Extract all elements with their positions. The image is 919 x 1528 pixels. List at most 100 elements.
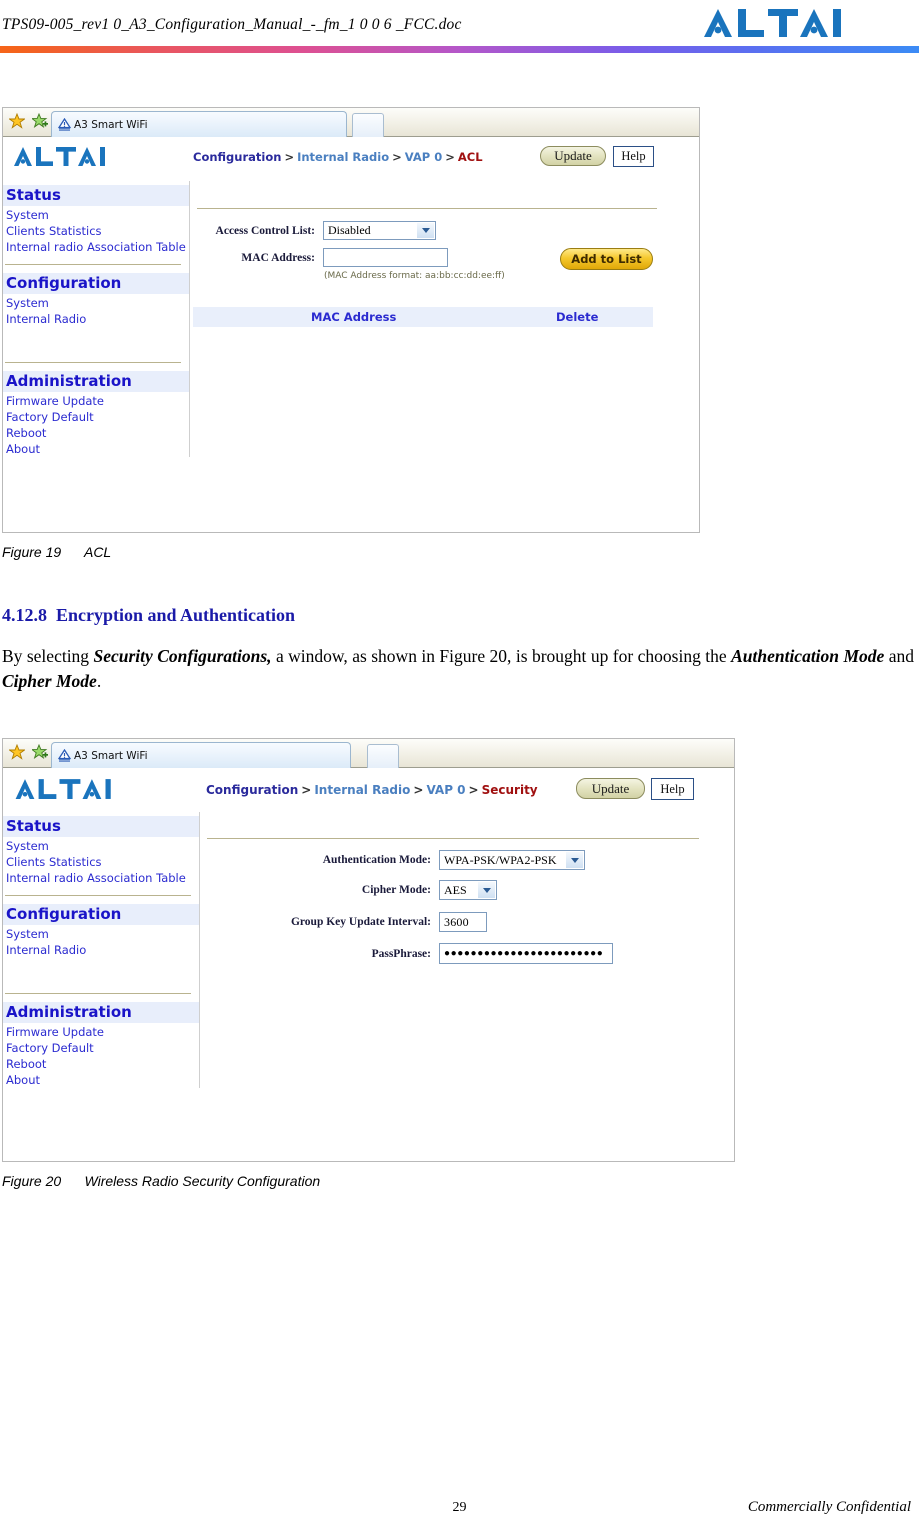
sidebar-divider xyxy=(5,895,191,896)
sidebar-item-internal-radio-association-table[interactable]: Internal radio Association Table xyxy=(3,870,199,886)
paragraph-run-1: Security Configurations, xyxy=(93,646,272,666)
breadcrumb-current-1: ACL xyxy=(457,150,483,164)
acl-table-header: MAC Address Delete xyxy=(193,307,653,327)
altai-logo xyxy=(704,9,841,37)
content-top-rule-1 xyxy=(197,208,657,209)
acl-select[interactable]: Disabled xyxy=(323,221,436,240)
mac-address-input[interactable] xyxy=(323,248,448,267)
figure19-screenshot: A3 Smart WiFi Configuration > Internal Rad… xyxy=(2,107,700,533)
sidebar-1: Status System Clients Statistics Internal r… xyxy=(3,181,190,457)
update-button-1[interactable]: Update xyxy=(540,146,606,166)
breadcrumb-level2-1[interactable]: Internal Radio xyxy=(297,150,389,164)
paragraph-run-6: . xyxy=(96,671,102,691)
update-button-2[interactable]: Update xyxy=(576,778,645,799)
sidebar-item-clients-statistics[interactable]: Clients Statistics xyxy=(3,854,199,870)
content-top-rule-2 xyxy=(207,838,699,839)
paragraph-run-2: a window, as shown in Figure 20, is brou… xyxy=(271,646,732,666)
figure20-screenshot: A3 Smart WiFi Configuration > Internal Rad… xyxy=(2,738,735,1162)
browser-tab-label-1: A3 Smart WiFi xyxy=(74,118,148,131)
breadcrumb-1: Configuration > Internal Radio > VAP 0 > ACL xyxy=(193,150,483,164)
a3-smart-wifi-icon xyxy=(58,749,71,762)
acl-select-value: Disabled xyxy=(328,223,371,237)
sidebar-item-firmware-update[interactable]: Firmware Update xyxy=(3,1024,199,1040)
sidebar-item-system[interactable]: System xyxy=(3,207,189,223)
browser-tab-2[interactable]: A3 Smart WiFi xyxy=(51,742,351,768)
chevron-down-icon[interactable] xyxy=(566,852,583,868)
figure19-caption-text: ACL xyxy=(83,544,112,560)
help-button-2[interactable]: Help xyxy=(651,778,694,800)
breadcrumb-root-2[interactable]: Configuration xyxy=(206,783,298,797)
breadcrumb-sep-2a: > xyxy=(301,783,312,797)
figure20-caption-label: Figure 20 xyxy=(2,1173,62,1189)
breadcrumb-level2-2[interactable]: Internal Radio xyxy=(314,783,410,797)
page-banner-1: Configuration > Internal Radio > VAP 0 > ACL U… xyxy=(3,137,699,181)
sidebar-item-reboot[interactable]: Reboot xyxy=(3,1056,199,1072)
sidebar-item-internal-radio[interactable]: Internal Radio xyxy=(3,942,199,958)
paragraph-run-4: and xyxy=(884,646,915,666)
sidebar-item-about[interactable]: About xyxy=(3,441,189,457)
breadcrumb-level3-1[interactable]: VAP 0 xyxy=(405,150,442,164)
sidebar-item-about[interactable]: About xyxy=(3,1072,199,1088)
sidebar-item-reboot[interactable]: Reboot xyxy=(3,425,189,441)
breadcrumb-sep-2b: > xyxy=(413,783,424,797)
authentication-mode-value: WPA-PSK/WPA2-PSK xyxy=(444,852,557,867)
cipher-mode-label: Cipher Mode: xyxy=(361,884,431,896)
sidebar-item-firmware-update[interactable]: Firmware Update xyxy=(3,393,189,409)
sidebar-section-status: Status xyxy=(3,185,189,206)
breadcrumb-2: Configuration > Internal Radio > VAP 0 > Secur… xyxy=(206,783,538,797)
add-to-list-button[interactable]: Add to List xyxy=(560,248,653,270)
cipher-mode-select[interactable]: AES xyxy=(439,880,497,900)
sidebar-item-clients-statistics[interactable]: Clients Statistics xyxy=(3,223,189,239)
header-gradient-rule xyxy=(0,46,919,53)
mac-format-hint: (MAC Address format: aa:bb:cc:dd:ee:ff) xyxy=(324,271,505,281)
star-plus-icon[interactable] xyxy=(32,113,48,129)
section-paragraph: By selecting Security Configurations, a … xyxy=(2,644,914,694)
paragraph-run-5: Cipher Mode xyxy=(2,671,97,691)
figure19-caption: Figure 19 ACL xyxy=(2,544,111,560)
chevron-down-icon[interactable] xyxy=(417,223,434,238)
sidebar-item-system[interactable]: System xyxy=(3,926,199,942)
star-icon[interactable] xyxy=(9,744,25,760)
passphrase-input[interactable]: ●●●●●●●●●●●●●●●●●●●●●●●● xyxy=(439,943,613,964)
sidebar-item-system[interactable]: System xyxy=(3,838,199,854)
help-button-1[interactable]: Help xyxy=(613,146,654,167)
new-tab-stub-1[interactable] xyxy=(352,113,384,137)
altai-product-logo xyxy=(15,779,111,799)
favorites-toolbar-2 xyxy=(9,744,48,760)
sidebar-item-factory-default[interactable]: Factory Default xyxy=(3,409,189,425)
figure20-caption-text: Wireless Radio Security Configuration xyxy=(84,1173,321,1189)
star-icon[interactable] xyxy=(9,113,25,129)
document-header: TPS09-005_rev1 0_A3_Configuration_Manual… xyxy=(0,0,919,56)
browser-tab-1[interactable]: A3 Smart WiFi xyxy=(51,111,347,137)
acl-table-col-mac: MAC Address xyxy=(311,310,397,324)
sidebar-item-system[interactable]: System xyxy=(3,295,189,311)
sidebar-item-factory-default[interactable]: Factory Default xyxy=(3,1040,199,1056)
sidebar-2: Status System Clients Statistics Internal r… xyxy=(3,812,200,1088)
breadcrumb-root-1[interactable]: Configuration xyxy=(193,150,281,164)
authentication-mode-select[interactable]: WPA-PSK/WPA2-PSK xyxy=(439,850,585,870)
figure19-caption-label: Figure 19 xyxy=(2,544,62,560)
chevron-down-icon[interactable] xyxy=(478,882,495,898)
favorites-toolbar-1 xyxy=(9,113,48,129)
breadcrumb-sep-1c: > xyxy=(445,150,455,164)
authentication-mode-label: Authentication Mode: xyxy=(322,854,431,866)
breadcrumb-current-2: Security xyxy=(481,783,538,797)
acl-table-col-delete: Delete xyxy=(556,310,599,324)
acl-label: Access Control List: xyxy=(215,225,315,237)
browser-tab-label-2: A3 Smart WiFi xyxy=(74,749,148,762)
group-key-update-interval-input[interactable]: 3600 xyxy=(439,912,487,932)
sidebar-item-internal-radio[interactable]: Internal Radio xyxy=(3,311,189,327)
confidentiality-notice: Commercially Confidential xyxy=(747,1499,911,1515)
sidebar-divider xyxy=(5,264,181,265)
page-body-1: Status System Clients Statistics Internal r… xyxy=(3,181,699,531)
a3-smart-wifi-icon xyxy=(58,118,71,131)
sidebar-section-status: Status xyxy=(3,816,199,837)
new-tab-stub-2[interactable] xyxy=(367,744,399,768)
paragraph-run-0: By selecting xyxy=(2,646,94,666)
star-plus-icon[interactable] xyxy=(32,744,48,760)
sidebar-section-configuration: Configuration xyxy=(3,904,199,925)
breadcrumb-level3-2[interactable]: VAP 0 xyxy=(426,783,465,797)
sidebar-item-internal-radio-association-table[interactable]: Internal radio Association Table xyxy=(3,239,189,255)
